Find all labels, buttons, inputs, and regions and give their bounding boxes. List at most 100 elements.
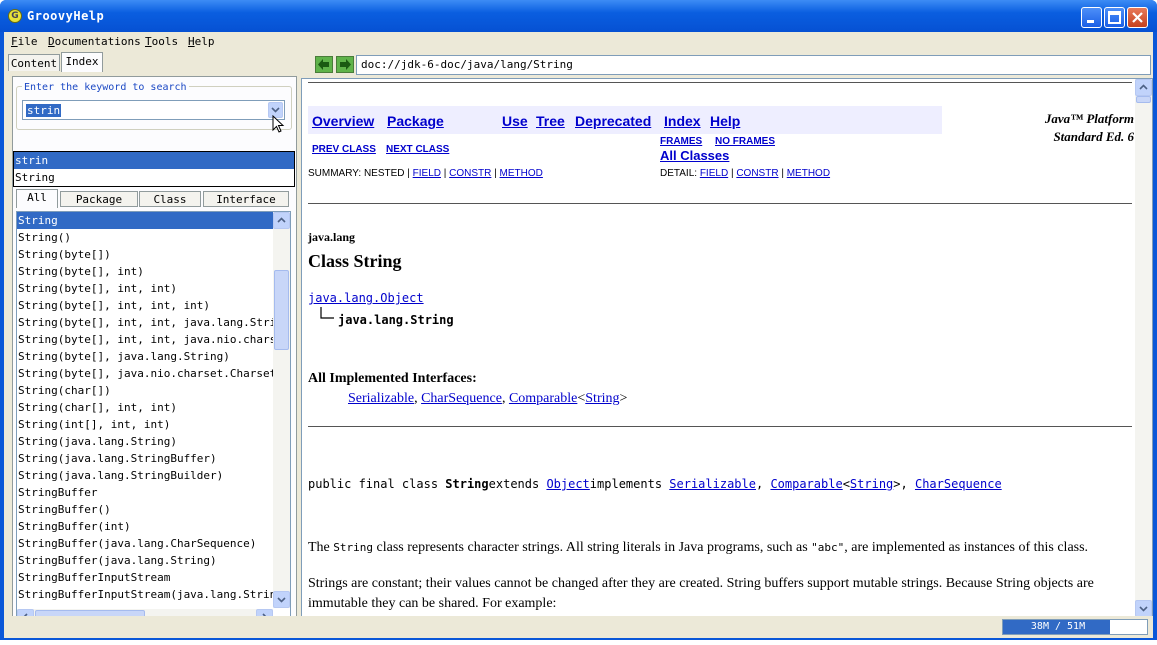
index-list-item[interactable]: StringBufferInputStream — [17, 569, 273, 586]
filter-tab-package[interactable]: Package — [60, 191, 138, 207]
description-paragraph-1: The String class represents character st… — [308, 539, 1128, 557]
index-list-item[interactable]: String(java.lang.String) — [17, 433, 273, 450]
index-list-item[interactable]: StringBuffer(java.lang.CharSequence) — [17, 535, 273, 552]
doc-nav-use[interactable]: Use — [502, 113, 528, 129]
index-list-item[interactable]: String(char[]) — [17, 382, 273, 399]
decl-interface-link[interactable]: CharSequence — [915, 477, 1002, 491]
close-button[interactable] — [1127, 7, 1148, 28]
tab-content[interactable]: Content — [8, 54, 60, 71]
interface-link[interactable]: String — [585, 391, 619, 406]
menu-bar: File Documentations Tools Help — [4, 32, 1153, 51]
menu-documentations[interactable]: Documentations — [48, 35, 141, 48]
index-list-item[interactable]: String(byte[], java.nio.charset.Charset) — [17, 365, 273, 382]
summary-method-link[interactable]: METHOD — [500, 168, 543, 179]
menu-help[interactable]: Help — [188, 35, 215, 48]
search-input[interactable]: strin — [26, 104, 62, 117]
index-list-item[interactable]: StringBuffer(int) — [17, 518, 273, 535]
index-list-item[interactable]: StringBufferInputStream(java.lang.String… — [17, 586, 273, 603]
tree-connector-icon — [320, 307, 334, 319]
description-paragraph-2: Strings are constant; their values canno… — [308, 576, 1094, 611]
doc-nav-deprecated[interactable]: Deprecated — [575, 113, 651, 129]
back-arrow-icon[interactable] — [315, 56, 333, 73]
scroll-up-icon[interactable] — [273, 212, 290, 229]
decl-interface-link[interactable]: String — [850, 477, 893, 491]
all-classes-link[interactable]: All Classes — [660, 148, 729, 163]
index-vertical-scrollbar[interactable] — [273, 212, 290, 608]
package-name: java.lang — [308, 230, 356, 244]
search-combobox[interactable]: strin — [22, 100, 285, 120]
summary-constr-link[interactable]: CONSTR — [449, 168, 491, 179]
detail-field-link[interactable]: FIELD — [700, 168, 728, 179]
divider — [308, 203, 1132, 204]
tab-index[interactable]: Index — [61, 52, 103, 72]
prev-class-link[interactable]: PREV CLASS — [312, 144, 376, 155]
scroll-thumb[interactable] — [1136, 96, 1151, 103]
scroll-up-icon[interactable] — [1135, 79, 1152, 96]
index-list-item[interactable]: String(byte[], int, int) — [17, 280, 273, 297]
minimize-button[interactable] — [1081, 7, 1102, 28]
index-list-item[interactable]: StringBuffer() — [17, 501, 273, 518]
scroll-down-icon[interactable] — [273, 591, 290, 608]
interface-link[interactable]: CharSequence — [421, 391, 502, 406]
detail-method-link[interactable]: METHOD — [787, 168, 830, 179]
suggestion-item[interactable]: strin — [14, 152, 294, 169]
index-list-item[interactable]: String(char[], int, int) — [17, 399, 273, 416]
index-panel: Content Index Enter the keyword to searc… — [8, 52, 297, 638]
index-list-item[interactable]: StringBuffer — [17, 484, 273, 501]
memory-indicator: 38M / 51M — [1002, 619, 1148, 635]
detail-label: DETAIL: — [660, 168, 700, 179]
no-frames-link[interactable]: NO FRAMES — [715, 136, 775, 147]
search-suggestions-dropdown: strin String — [13, 151, 295, 187]
interface-link[interactable]: Serializable — [348, 391, 414, 406]
interface-link[interactable]: Comparable — [509, 391, 577, 406]
platform-line1: Java™ Platform — [1044, 111, 1134, 126]
index-list-item[interactable]: String — [17, 212, 273, 229]
maximize-button[interactable] — [1104, 7, 1125, 28]
frames-link[interactable]: FRAMES — [660, 136, 702, 147]
scroll-down-icon[interactable] — [1135, 600, 1152, 617]
index-list: String String() String(byte[]) String(byte[… — [17, 212, 273, 603]
title-bar[interactable]: G GroovyHelp — [0, 0, 1157, 32]
decl-interface-link[interactable]: Serializable — [669, 477, 756, 491]
filter-tab-class[interactable]: Class — [139, 191, 201, 207]
doc-nav-tree[interactable]: Tree — [536, 113, 565, 129]
summary-field-link[interactable]: FIELD — [413, 168, 441, 179]
decl-implements: implements — [589, 477, 670, 491]
window-title: GroovyHelp — [27, 9, 105, 23]
index-list-item[interactable]: String(byte[], int) — [17, 263, 273, 280]
decl-interface-link[interactable]: Comparable — [770, 477, 842, 491]
scroll-thumb[interactable] — [274, 270, 289, 350]
detail-constr-link[interactable]: CONSTR — [736, 168, 778, 179]
suggestion-item[interactable]: String — [14, 169, 294, 186]
menu-tools[interactable]: Tools — [145, 35, 178, 48]
index-list-item[interactable]: String(java.lang.StringBuilder) — [17, 467, 273, 484]
filter-tab-all[interactable]: All — [16, 189, 58, 208]
index-list-item[interactable]: StringBuffer(java.lang.String) — [17, 552, 273, 569]
index-listbox: String String() String(byte[]) String(byte[… — [16, 211, 291, 627]
decl-object-link[interactable]: Object — [546, 477, 589, 491]
address-input[interactable]: doc://jdk-6-doc/java/lang/String — [356, 55, 1151, 75]
search-label: Enter the keyword to search — [22, 82, 189, 93]
class-declaration: public final class Stringextends Objecti… — [308, 477, 1002, 491]
index-list-item[interactable]: String(byte[], int, int, int) — [17, 297, 273, 314]
filter-tab-interface[interactable]: Interface — [203, 191, 289, 207]
superclass-link[interactable]: java.lang.Object — [308, 291, 424, 305]
menu-file[interactable]: File — [11, 35, 38, 48]
index-list-item[interactable]: String() — [17, 229, 273, 246]
forward-arrow-icon[interactable] — [336, 56, 354, 73]
para1-code: "abc" — [811, 541, 845, 554]
doc-nav-row: Overview Package Use Tree Deprecated Ind… — [308, 106, 942, 134]
index-list-item[interactable]: String(byte[], int, int, java.nio.charse… — [17, 331, 273, 348]
doc-vertical-scrollbar[interactable] — [1135, 79, 1152, 617]
doc-nav-help[interactable]: Help — [710, 113, 740, 129]
next-class-link[interactable]: NEXT CLASS — [386, 144, 449, 155]
doc-nav-package[interactable]: Package — [387, 113, 444, 129]
index-list-item[interactable]: String(int[], int, int) — [17, 416, 273, 433]
index-list-item[interactable]: String(byte[]) — [17, 246, 273, 263]
index-list-item[interactable]: String(byte[], java.lang.String) — [17, 348, 273, 365]
doc-nav-index[interactable]: Index — [664, 113, 701, 129]
index-list-item[interactable]: String(byte[], int, int, java.lang.Strin… — [17, 314, 273, 331]
doc-nav-overview[interactable]: Overview — [312, 113, 374, 129]
interfaces-heading: All Implemented Interfaces: — [308, 371, 477, 386]
index-list-item[interactable]: String(java.lang.StringBuffer) — [17, 450, 273, 467]
